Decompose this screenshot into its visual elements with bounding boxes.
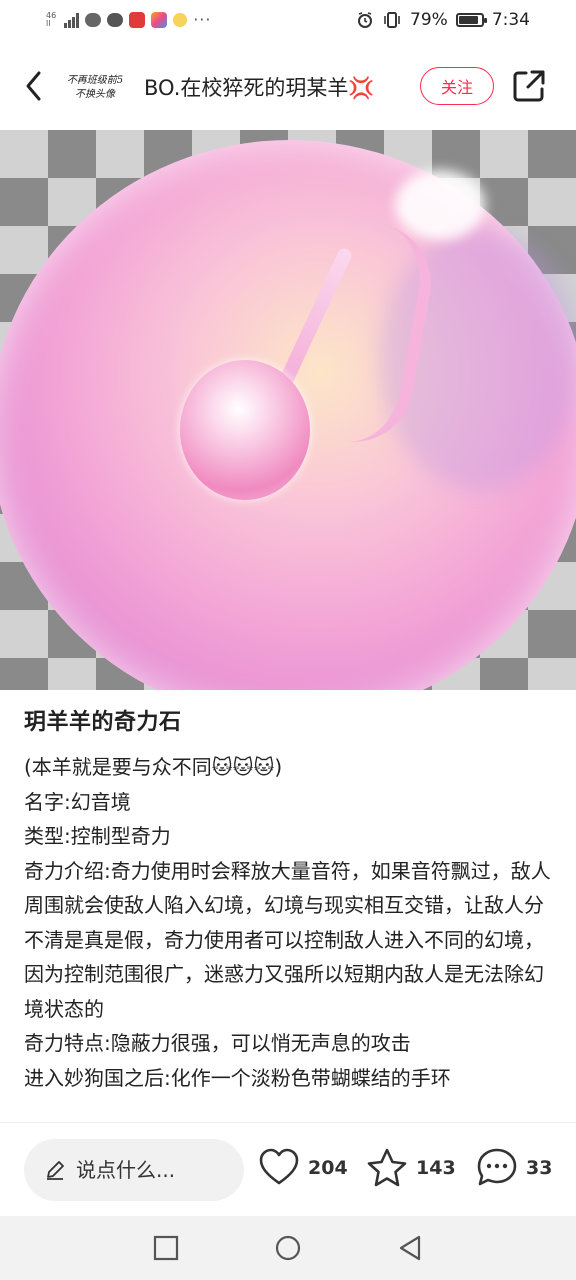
- follow-button[interactable]: 关注: [420, 67, 494, 105]
- vibrate-icon: [384, 12, 400, 28]
- clock: 7:34: [491, 10, 530, 30]
- battery-icon: [455, 13, 487, 27]
- heart-icon: [259, 1148, 299, 1185]
- post-line: 类型:控制型奇力: [24, 824, 171, 848]
- comment-bubble-icon: [477, 1148, 517, 1186]
- bottom-action-bar: 204 143 33: [0, 1122, 576, 1217]
- system-nav-bar: [0, 1216, 576, 1280]
- comment-button[interactable]: 33: [476, 1147, 552, 1189]
- network-type: 46 ll: [46, 10, 57, 28]
- back-button[interactable]: [396, 1234, 424, 1262]
- favorite-count: 143: [416, 1157, 456, 1179]
- post-line: 奇力介绍:奇力使用时会释放大量音符，如果音符飘过，敌人周围就会使敌人陷入幻境，幻…: [24, 858, 551, 1021]
- like-count: 204: [308, 1157, 348, 1179]
- status-bar: 46 ll ··· 79% 7:34: [0, 0, 576, 44]
- comment-count: 33: [526, 1157, 553, 1179]
- post-header: 不再班级前5 不换头像 BO.在校猝死的玥某羊💢 关注: [0, 44, 576, 130]
- pencil-icon: [47, 1161, 64, 1180]
- red-app-icon: [129, 11, 146, 28]
- post-body: 玥羊羊的奇力石 (本羊就是要与众不同🐱🐱🐱) 名字:幻音境 类型:控制型奇力 奇…: [24, 702, 554, 1122]
- back-arrow-icon[interactable]: [20, 68, 50, 104]
- post-line: 进入妙狗国之后:化作一个淡粉色带蝴蝶结的手环: [24, 1065, 451, 1090]
- star-icon: [367, 1148, 407, 1187]
- recent-apps-button[interactable]: [152, 1234, 180, 1262]
- message-icon: [85, 12, 102, 27]
- post-title: 玥羊羊的奇力石: [24, 710, 182, 735]
- comment-box[interactable]: [24, 1139, 244, 1201]
- colorful-app-icon: [151, 11, 168, 28]
- alarm-icon: [358, 12, 373, 28]
- status-right: 79% 7:34: [356, 10, 530, 30]
- wechat-icon: [107, 12, 124, 27]
- favorite-button[interactable]: 143: [366, 1147, 456, 1189]
- avatar-text-line2: 不换头像: [75, 89, 115, 100]
- comment-input[interactable]: [74, 1157, 228, 1183]
- more-notifications-icon: ···: [193, 10, 212, 29]
- post-line: (本羊就是要与众不同🐱🐱🐱): [24, 755, 283, 779]
- status-left: 46 ll ···: [46, 10, 211, 29]
- cat-app-icon: [173, 12, 188, 27]
- author-name[interactable]: BO.在校猝死的玥某羊💢: [144, 72, 375, 102]
- author-avatar[interactable]: 不再班级前5 不换头像: [62, 68, 128, 108]
- signal-icon: [64, 12, 80, 28]
- music-note-icon: [180, 360, 310, 500]
- orb-highlight: [395, 170, 485, 240]
- post-line: 奇力特点:隐蔽力很强，可以悄无声息的攻击: [24, 1031, 411, 1055]
- share-icon[interactable]: [512, 69, 546, 103]
- post-line: 名字:幻音境: [24, 789, 131, 814]
- home-button[interactable]: [274, 1234, 302, 1262]
- like-button[interactable]: 204: [258, 1147, 348, 1189]
- avatar-text-line1: 不再班级前5: [66, 75, 124, 86]
- battery-percent: 79%: [410, 10, 448, 30]
- post-image[interactable]: [0, 130, 576, 690]
